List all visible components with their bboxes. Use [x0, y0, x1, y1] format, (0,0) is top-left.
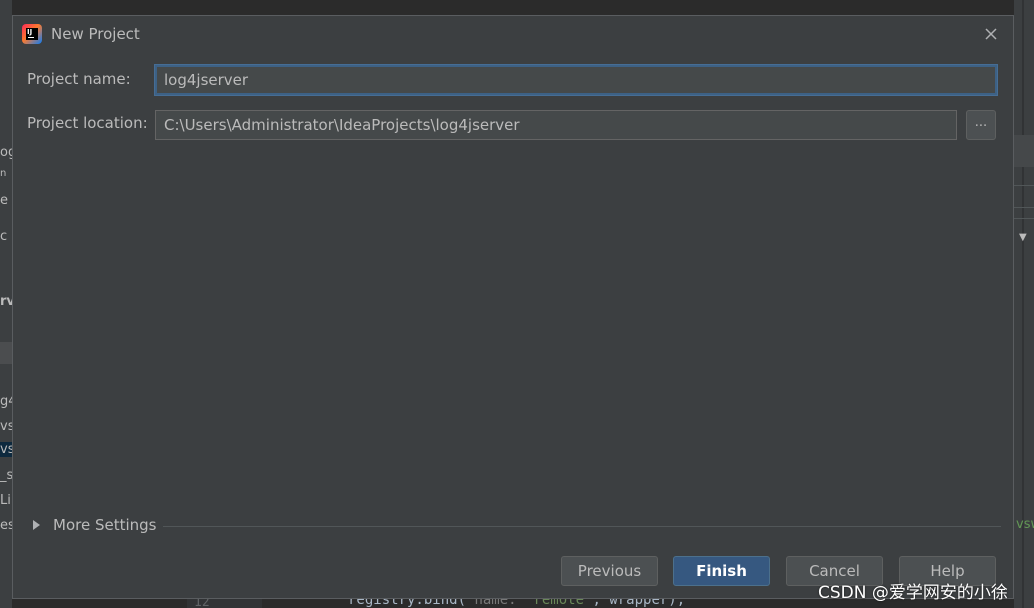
previous-button[interactable]: Previous	[561, 556, 658, 586]
triangle-right-icon	[33, 520, 40, 530]
new-project-dialog: IJ New Project Project name: log4jserver…	[12, 15, 1014, 599]
ide-code-fragment: vsw	[1016, 517, 1034, 532]
dialog-titlebar[interactable]: IJ New Project	[13, 16, 1013, 52]
ide-divider	[1014, 218, 1034, 219]
browse-button[interactable]: ...	[966, 110, 996, 140]
ide-fragment: Li	[0, 493, 11, 508]
dialog-title: New Project	[51, 25, 140, 43]
ide-selection-band	[0, 342, 12, 364]
ide-project-panel: og n e c rv g4 vs vs _s Li es	[0, 0, 12, 608]
more-settings-divider	[163, 526, 1001, 527]
dropdown-arrow-icon: ▼	[1019, 232, 1027, 243]
ide-fragment: vs	[0, 419, 12, 434]
ide-fragment: og	[0, 145, 12, 160]
ide-fragment: n	[0, 168, 7, 179]
ide-divider	[1014, 207, 1034, 208]
ide-fragment: g4	[0, 394, 12, 409]
watermark: CSDN @爱学网安的小徐	[818, 583, 1008, 603]
ide-fragment: e	[0, 193, 8, 208]
project-location-label: Project location:	[27, 114, 148, 132]
ide-fragment: _s	[0, 468, 12, 483]
close-icon[interactable]	[981, 24, 1001, 44]
project-location-input[interactable]: C:\Users\Administrator\IdeaProjects\log4…	[155, 110, 957, 140]
ide-divider	[1014, 185, 1034, 186]
finish-button[interactable]: Finish	[673, 556, 770, 586]
ide-fragment: c	[0, 229, 8, 244]
ide-fragment: rv	[0, 294, 12, 309]
more-settings-label: More Settings	[53, 516, 157, 534]
intellij-idea-icon: IJ	[22, 24, 42, 44]
ide-right-edge: ▼ vsw	[1014, 0, 1034, 608]
ide-fragment: es	[0, 518, 12, 533]
project-name-label: Project name:	[27, 70, 131, 88]
project-name-input[interactable]: log4jserver	[155, 65, 997, 95]
ide-toolbar-strip	[1014, 135, 1034, 167]
ide-fragment: vs	[0, 442, 12, 457]
